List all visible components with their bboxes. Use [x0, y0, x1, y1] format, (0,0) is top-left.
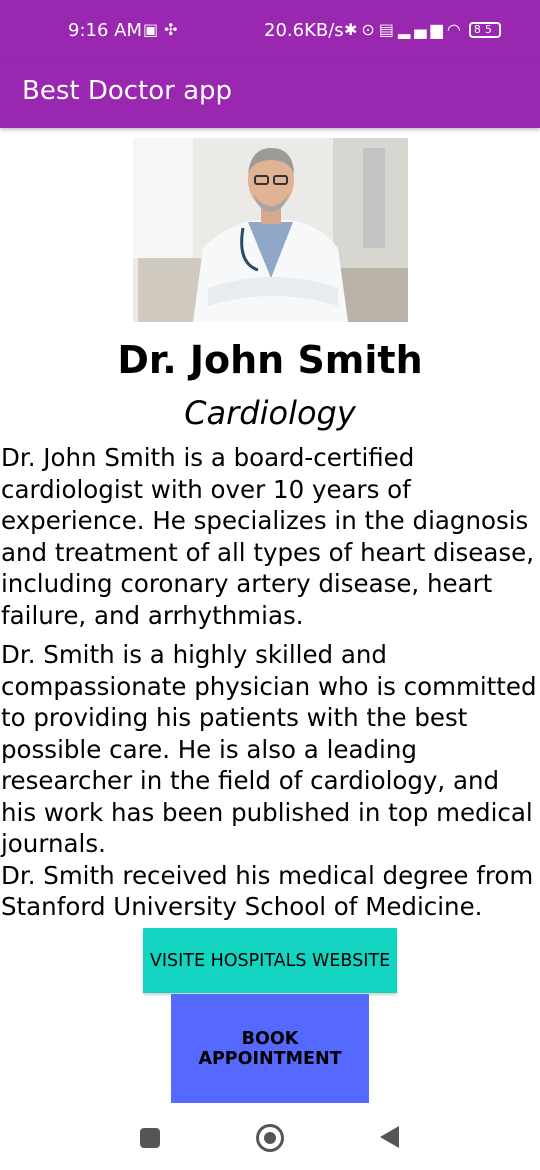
visit-website-button[interactable]: VISITE HOSPITALS WEBSITE	[143, 928, 397, 993]
signal-icon: ▂▄▆	[397, 20, 447, 39]
status-time: 9:16 AM	[68, 20, 142, 41]
home-icon[interactable]	[256, 1124, 284, 1152]
doctor-bio-paragraph-2: Dr. Smith is a highly skilled and compas…	[1, 640, 537, 921]
doctor-photo-illustration	[133, 138, 408, 322]
bluetooth-icon: ✱	[344, 20, 362, 39]
navigation-bar	[0, 1110, 540, 1170]
doctor-photo	[133, 138, 408, 322]
message-icon: ▣	[143, 20, 165, 39]
battery-icon: 85	[468, 22, 501, 38]
recent-apps-icon[interactable]	[140, 1128, 160, 1148]
fan-icon: ✣	[164, 20, 184, 39]
volte-icon: ▤	[378, 20, 398, 39]
doctor-bio-paragraph-1: Dr. John Smith is a board-certified card…	[1, 443, 534, 630]
app-title: Best Doctor app	[22, 76, 233, 106]
alarm-icon: ⊙	[361, 20, 379, 39]
wifi-icon: ◠	[446, 20, 465, 39]
app-bar: Best Doctor app	[0, 62, 540, 128]
system-icons: ✱⊙▤▂▄▆◠ 85	[344, 20, 501, 39]
notification-icons: ▣✣	[143, 20, 184, 39]
book-appointment-button[interactable]: BOOK APPOINTMENT	[171, 994, 369, 1103]
doctor-specialty: Cardiology	[184, 394, 356, 432]
back-icon[interactable]	[380, 1126, 399, 1148]
doctor-name: Dr. John Smith	[117, 338, 423, 382]
status-bar: 9:16 AM ▣✣ 20.6KB/s ✱⊙▤▂▄▆◠ 85	[0, 0, 540, 62]
network-speed: 20.6KB/s	[264, 20, 344, 41]
